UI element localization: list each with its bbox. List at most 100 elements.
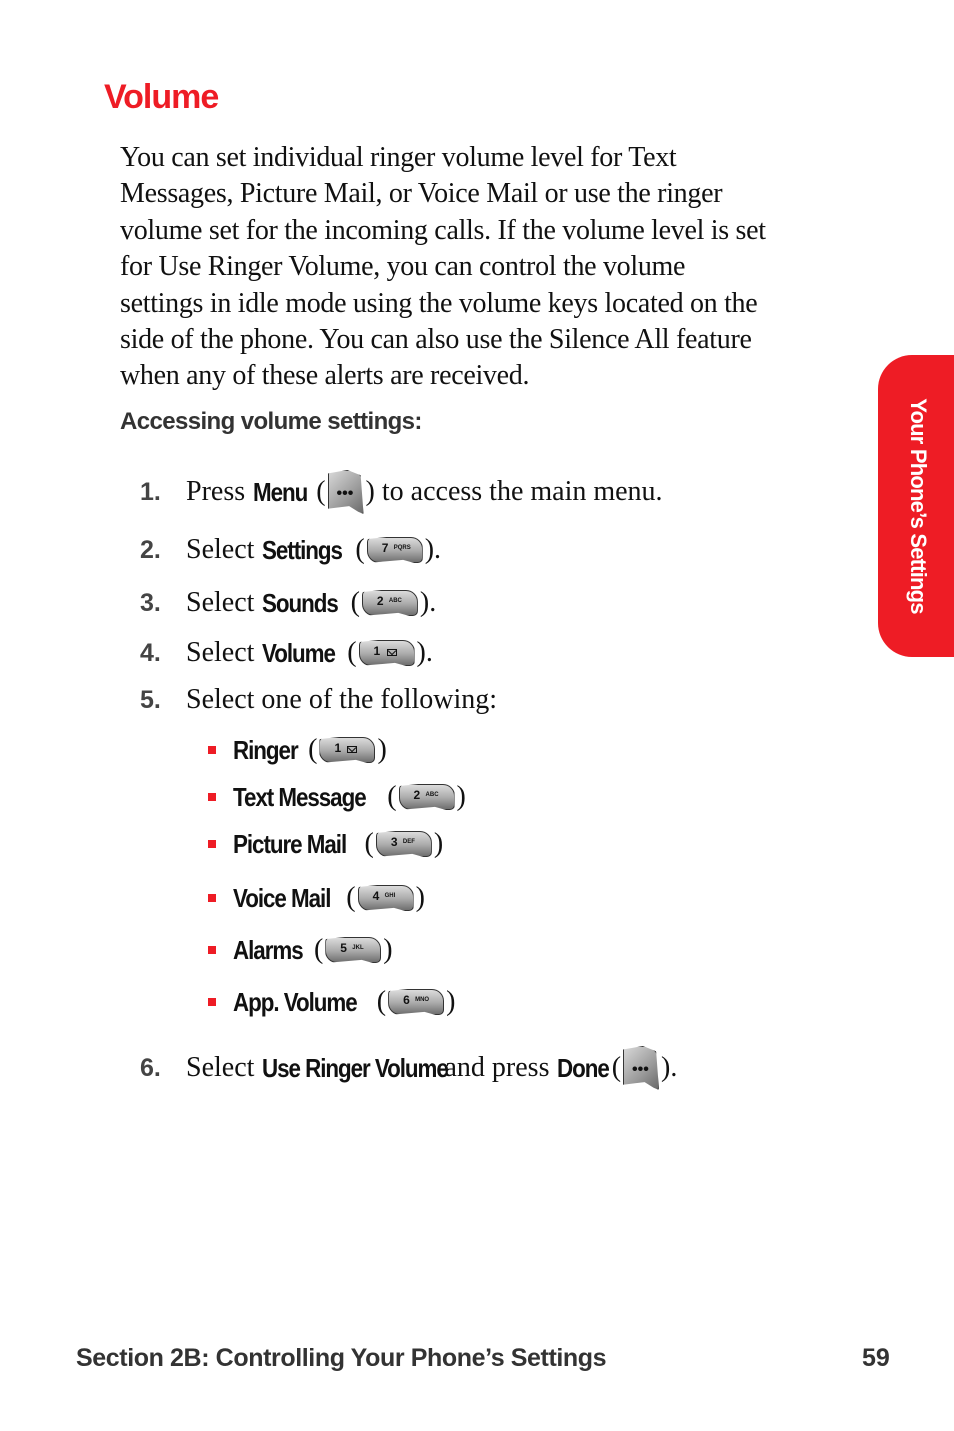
softkey-menu-icon: ••• xyxy=(327,470,364,514)
paren-open: ( xyxy=(316,476,326,507)
step-text: to access the main menu. xyxy=(374,476,663,507)
option-text-message: Text Message ( 2 ABC ) xyxy=(208,781,466,813)
key-number: 1 xyxy=(334,741,342,755)
intro-paragraph: You can set individual ringer volume lev… xyxy=(120,140,865,395)
key-number: 4 xyxy=(372,889,380,903)
step-text: Select one of the following: xyxy=(186,684,498,715)
paren-close: ) xyxy=(446,986,456,1017)
paren-close: ) xyxy=(383,934,393,965)
bullet-icon xyxy=(208,894,216,902)
paren-close: ) xyxy=(377,734,387,765)
option-app-volume: App. Volume ( 6 MNO ) xyxy=(208,986,455,1018)
paren-open: ( xyxy=(308,734,318,765)
step-text: Select xyxy=(186,587,255,618)
sounds-keyword: Sounds xyxy=(262,587,339,618)
procedure-heading: Accessing volume settings: xyxy=(120,408,422,435)
paren-open: ( xyxy=(347,637,357,668)
step-6: 6. Select Use Ringer Volume and press Do… xyxy=(140,1046,677,1090)
settings-keyword: Settings xyxy=(262,534,343,565)
paren-open: ( xyxy=(364,828,374,859)
option-voice-mail: Voice Mail ( 4 GHI ) xyxy=(208,882,425,914)
key-number: 7 xyxy=(381,541,389,555)
paren-open: ( xyxy=(346,882,356,913)
paren-close: ). xyxy=(416,637,433,668)
key-number: 1 xyxy=(373,644,381,658)
key-6-icon: 6 MNO xyxy=(388,989,445,1015)
step-2: 2. Select Settings ( 7 PQRS ). xyxy=(140,534,441,566)
step-3: 3. Select Sounds ( 2 ABC ). xyxy=(140,587,436,619)
key-letters: MNO xyxy=(415,997,430,1003)
step-number: 3. xyxy=(140,588,161,617)
softkey-done-icon: ••• xyxy=(623,1046,660,1090)
key-number: 2 xyxy=(413,788,421,802)
key-7-icon: 7 PQRS xyxy=(366,537,423,563)
paren-close: ). xyxy=(424,534,442,565)
bullet-icon xyxy=(208,746,216,754)
envelope-icon xyxy=(347,746,358,753)
paren-close: ) xyxy=(415,882,425,913)
key-letters: GHI xyxy=(384,893,396,899)
key-number: 3 xyxy=(390,835,398,849)
step-number: 6. xyxy=(140,1053,161,1082)
key-3-icon: 3 DEF xyxy=(375,831,432,857)
key-1-icon: 1 xyxy=(358,640,415,666)
option-label: Text Message xyxy=(233,781,367,812)
step-text: Select xyxy=(186,637,255,668)
key-letters: ABC xyxy=(388,598,402,604)
paren-close: ) xyxy=(433,828,444,859)
paren-open: ( xyxy=(355,534,365,565)
step-1: 1. Press Menu ( ••• ) to access the main… xyxy=(140,470,663,514)
footer-section-title: Section 2B: Controlling Your Phone’s Set… xyxy=(76,1344,607,1372)
key-4-icon: 4 GHI xyxy=(357,885,414,911)
option-picture-mail: Picture Mail ( 3 DEF ) xyxy=(208,828,443,860)
step-number: 4. xyxy=(140,638,161,667)
intro-line: Messages, Picture Mail, or Voice Mail or… xyxy=(120,178,723,210)
key-letters: PQRS xyxy=(393,545,411,551)
intro-line: for Use Ringer Volume, you can control t… xyxy=(120,251,686,283)
envelope-icon xyxy=(386,649,397,656)
bullet-icon xyxy=(208,840,216,848)
key-5-icon: 5 JKL xyxy=(325,937,382,963)
key-1-icon: 1 xyxy=(319,737,376,763)
key-letters: DEF xyxy=(402,839,415,845)
intro-line: You can set individual ringer volume lev… xyxy=(120,142,677,173)
paren-open: ( xyxy=(313,934,324,965)
step-text: Press xyxy=(186,476,246,507)
step-number: 2. xyxy=(140,535,161,564)
menu-keyword: Menu xyxy=(253,476,308,507)
option-label: Alarms xyxy=(233,934,304,965)
page-number: 59 xyxy=(862,1344,890,1372)
step-number: 5. xyxy=(140,685,161,714)
bullet-icon xyxy=(208,998,216,1006)
step-5: 5. Select one of the following: xyxy=(140,684,497,716)
paren-close: ) xyxy=(365,476,375,507)
key-number: 6 xyxy=(403,993,410,1007)
option-label: App. Volume xyxy=(233,986,358,1017)
intro-line: settings in idle mode using the volume k… xyxy=(120,287,758,319)
intro-line: side of the phone. You can also use the … xyxy=(120,324,752,356)
option-alarms: Alarms ( 5 JKL ) xyxy=(208,934,393,966)
key-2-icon: 2 ABC xyxy=(361,590,418,616)
bullet-icon xyxy=(208,793,216,801)
intro-line: volume set for the incoming calls. If th… xyxy=(120,214,766,246)
volume-keyword: Volume xyxy=(262,637,336,668)
step-text: Select xyxy=(186,534,255,565)
paren-close: ). xyxy=(419,587,437,618)
paren-close: ). xyxy=(661,1052,678,1083)
key-2-icon: 2 ABC xyxy=(398,784,455,810)
bullet-icon xyxy=(208,946,216,954)
step-text: Select xyxy=(186,1052,255,1083)
step-number: 1. xyxy=(140,477,161,506)
key-letters: ABC xyxy=(425,792,439,798)
side-tab-label: Your Phone’s Settings xyxy=(906,398,931,614)
key-number: 2 xyxy=(376,594,384,608)
step-text: and press xyxy=(444,1052,550,1083)
paren-open: ( xyxy=(387,781,397,812)
intro-line: when any of these alerts are received. xyxy=(120,360,530,392)
done-keyword: Done xyxy=(557,1052,610,1083)
use-ringer-volume-keyword: Use Ringer Volume xyxy=(262,1052,449,1083)
paren-open: ( xyxy=(376,986,387,1017)
paren-open: ( xyxy=(350,587,360,618)
paren-open: ( xyxy=(611,1052,622,1083)
option-label: Voice Mail xyxy=(233,882,331,913)
